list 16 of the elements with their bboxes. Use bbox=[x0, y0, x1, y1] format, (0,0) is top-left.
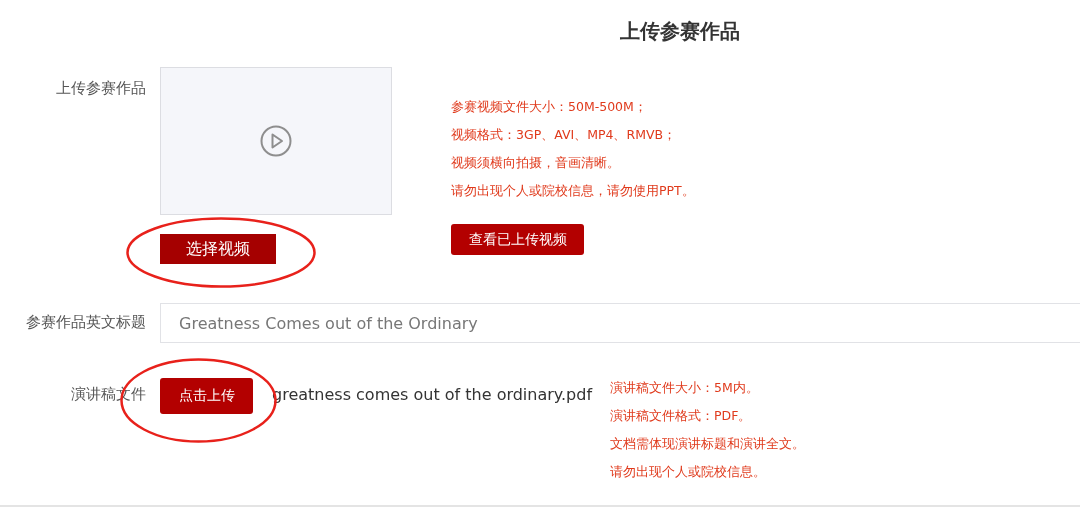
field-label: 参赛作品英文标题 bbox=[25, 312, 146, 332]
field-label: 上传参赛作品 bbox=[55, 78, 146, 98]
requirement-note: 文档需体现演讲标题和演讲全文。 bbox=[610, 435, 806, 453]
page-title: 上传参赛作品 bbox=[619, 18, 741, 45]
requirement-note: 请勿出现个人或院校信息。 bbox=[610, 463, 768, 481]
requirement-note: 视频须横向拍摄，音画清晰。 bbox=[451, 154, 621, 172]
upload-button[interactable]: 点击上传 bbox=[160, 378, 253, 414]
requirement-note: 演讲稿文件格式：PDF。 bbox=[610, 407, 753, 425]
requirement-note: 参赛视频文件大小：50M-500M； bbox=[451, 98, 648, 116]
title-input-field[interactable]: Greatness Comes out of the Ordinary bbox=[160, 303, 1080, 343]
requirement-note: 视频格式：3GP、AVI、MP4、RMVB； bbox=[451, 126, 678, 144]
view-uploaded-button[interactable]: 查看已上传视频 bbox=[451, 224, 584, 255]
play-icon bbox=[260, 125, 292, 157]
select-video-button[interactable]: 选择视频 bbox=[160, 234, 276, 264]
requirement-note: 演讲稿文件大小：5M内。 bbox=[610, 379, 760, 397]
requirement-note: 请勿出现个人或院校信息，请勿使用PPT。 bbox=[451, 182, 695, 200]
